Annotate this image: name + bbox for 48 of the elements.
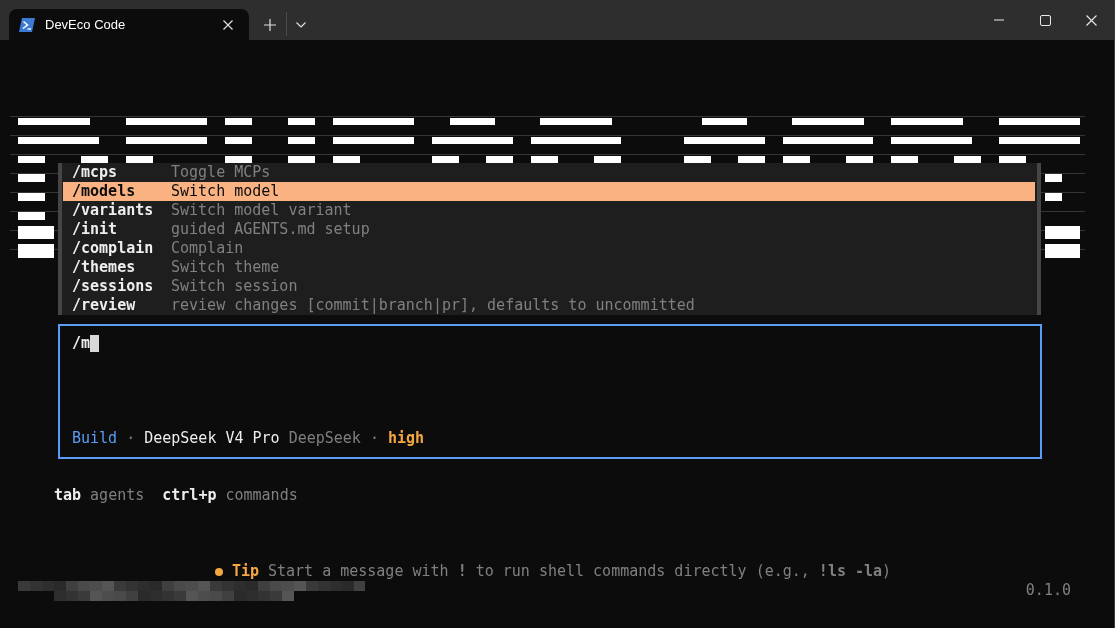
chevron-down-icon — [296, 21, 306, 28]
command-name: /themes — [72, 258, 137, 277]
separator-dot: · — [369, 429, 379, 448]
shortcut-key: tab — [54, 486, 82, 505]
close-icon — [223, 19, 233, 30]
command-name: /variants — [72, 201, 155, 220]
input-field[interactable]: /m — [72, 334, 1028, 353]
model-label: DeepSeek V4 Pro — [144, 429, 280, 448]
menu-item[interactable]: /variants Switch model variant — [63, 201, 1035, 220]
menu-item[interactable]: /sessions Switch session — [63, 277, 1035, 296]
command-name: /complain — [72, 239, 155, 258]
menu-item[interactable]: /init guided AGENTS.md setup — [63, 220, 1035, 239]
tip-text: Start a message with ! to run shell commands directly (e.g., !ls -la) — [267, 562, 892, 581]
cursor-icon — [90, 335, 100, 352]
command-description: Switch session — [171, 277, 298, 296]
command-description: Toggle MCPs — [171, 163, 271, 182]
menu-item[interactable]: /mcps Toggle MCPs — [63, 163, 1035, 182]
command-description: Switch model variant — [171, 201, 352, 220]
command-name: /review — [72, 296, 137, 315]
command-name: /init — [72, 220, 119, 239]
shortcut-label: commands — [225, 486, 298, 505]
menu-item[interactable]: /complain Complain — [63, 239, 1035, 258]
tab[interactable]: DevEco Code — [9, 9, 249, 40]
shortcut-key: ctrl+p — [162, 486, 217, 505]
dot-icon — [214, 567, 223, 576]
command-name: /mcps — [72, 163, 119, 182]
menu-item[interactable]: /themes Switch theme — [63, 258, 1035, 277]
maximize-icon — [1039, 14, 1051, 26]
command-name: /models — [72, 182, 137, 201]
command-description: Switch theme — [171, 258, 280, 277]
terminal-icon — [19, 17, 35, 32]
agent-label: Build — [72, 429, 118, 448]
shortcut-label: agents — [90, 486, 145, 505]
command-description: review changes [commit|branch|pr], defaults to uncommitted — [171, 296, 695, 315]
command-description: guided AGENTS.md setup — [171, 220, 370, 239]
menu-item[interactable]: /models Switch model — [63, 182, 1035, 201]
close-icon — [1085, 14, 1097, 26]
command-description: Switch model — [171, 182, 280, 201]
version-label: 0.1.0 — [1025, 581, 1071, 600]
variant-label: high — [387, 429, 425, 448]
command-name: /sessions — [72, 277, 155, 296]
minimize-icon — [994, 19, 1004, 21]
menu-item[interactable]: /review review changes [commit|branch|pr], defaults to uncommitted — [63, 296, 1035, 315]
command-description: Complain — [171, 239, 244, 258]
provider-label: DeepSeek — [288, 429, 361, 448]
plus-icon — [264, 18, 276, 31]
tip-label: Tip — [231, 562, 259, 581]
separator-dot: · — [126, 429, 136, 448]
